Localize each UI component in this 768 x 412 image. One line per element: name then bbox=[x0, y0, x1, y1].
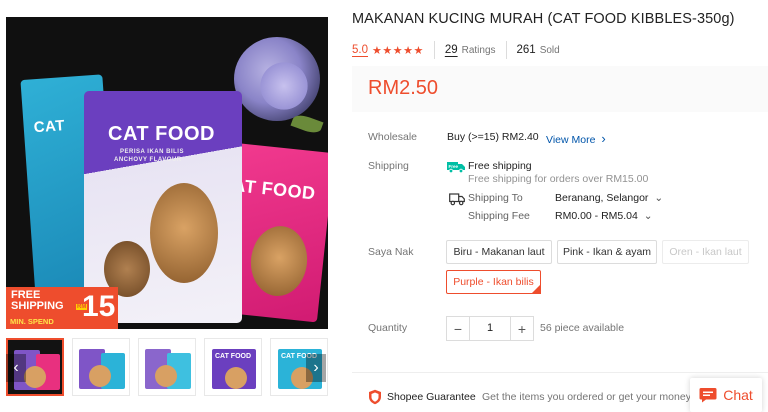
pack-purple-cat bbox=[150, 183, 218, 283]
chat-label: Chat bbox=[723, 387, 753, 403]
thumb-cat bbox=[24, 366, 46, 388]
stock-available: 56 piece available bbox=[540, 322, 625, 334]
quantity-input[interactable]: 1 bbox=[470, 316, 510, 341]
wholesale-value: Buy (>=15) RM2.40 bbox=[447, 131, 539, 143]
product-price: RM2.50 bbox=[368, 77, 439, 99]
shipping-label: Shipping bbox=[368, 160, 409, 172]
variant-option-disabled: Oren - Ikan laut bbox=[662, 240, 749, 264]
prev-image-button[interactable]: ‹ bbox=[6, 354, 26, 382]
free-shipping-badge: FREE SHIPPING MIN. SPEND RM 15 bbox=[6, 287, 118, 329]
variant-option[interactable]: Biru - Makanan laut bbox=[446, 240, 552, 264]
shipping-fee-dropdown[interactable]: RM0.00 - RM5.04 ⌄ bbox=[555, 210, 653, 222]
quantity-stepper: − 1 + bbox=[446, 316, 534, 341]
variant-option-label: Biru - Makanan laut bbox=[453, 246, 545, 258]
view-more-link[interactable]: View More › bbox=[546, 131, 606, 146]
thumb-cat bbox=[89, 365, 111, 387]
ratings-count[interactable]: 29 bbox=[445, 44, 458, 56]
ratings-label: Ratings bbox=[461, 44, 496, 56]
quantity-increase-button[interactable]: + bbox=[510, 316, 534, 341]
shipping-fee-label: Shipping Fee bbox=[468, 210, 530, 222]
chat-bubble-icon bbox=[699, 388, 717, 403]
variation-label: Saya Nak bbox=[368, 246, 414, 258]
product-title: MAKANAN KUCING MURAH (CAT FOOD KIBBLES-3… bbox=[352, 11, 735, 27]
price-box: RM2.50 bbox=[352, 66, 768, 112]
meta-divider bbox=[433, 41, 435, 59]
meta-divider bbox=[505, 41, 507, 59]
shield-icon bbox=[369, 389, 381, 405]
variant-option-selected[interactable]: Purple - Ikan bilis bbox=[446, 270, 541, 294]
chat-button[interactable]: Chat bbox=[690, 378, 762, 412]
product-page: CAT AT FOOD CAT FOOD PERISA IKAN BILIS A… bbox=[0, 0, 768, 412]
thumbnail-2[interactable] bbox=[72, 338, 130, 396]
sold-label: Sold bbox=[539, 44, 560, 56]
thumb-label: CAT FOOD bbox=[215, 353, 252, 360]
rating-value[interactable]: 5.0 bbox=[352, 44, 368, 56]
chevron-right-icon: › bbox=[601, 131, 606, 146]
shipping-fee-value: RM0.00 - RM5.04 bbox=[555, 210, 638, 222]
variant-option[interactable]: Pink - Ikan & ayam bbox=[557, 240, 657, 264]
thumbnail-3[interactable] bbox=[138, 338, 196, 396]
free-shipping-truck-icon: Free bbox=[447, 162, 465, 173]
section-divider bbox=[352, 372, 768, 373]
shipping-truck-icon bbox=[449, 193, 465, 206]
pack-purple-title: CAT FOOD bbox=[108, 123, 215, 145]
variant-option-label: Pink - Ikan & ayam bbox=[562, 246, 652, 258]
product-meta: 5.0 ★★★★★ 29 Ratings 261 Sold bbox=[352, 40, 560, 60]
free-shipping-text: Free shipping bbox=[468, 160, 532, 172]
shipping-to-dropdown[interactable]: Beranang, Selangor ⌄ bbox=[555, 192, 663, 204]
thumb-cat bbox=[155, 365, 177, 387]
wholesale-label: Wholesale bbox=[368, 131, 418, 143]
svg-text:Free: Free bbox=[449, 164, 459, 169]
pack-purple-subtitle: PERISA IKAN BILIS bbox=[120, 149, 184, 155]
main-product-image[interactable]: CAT AT FOOD CAT FOOD PERISA IKAN BILIS A… bbox=[6, 17, 328, 329]
pack-pink-title: AT FOOD bbox=[231, 174, 317, 204]
next-image-button[interactable]: › bbox=[306, 354, 326, 382]
promo-line2: SHIPPING bbox=[11, 300, 64, 312]
pack-blue-title: CAT bbox=[33, 117, 66, 137]
thumb-cat bbox=[225, 367, 247, 389]
shipping-to-label: Shipping To bbox=[468, 192, 523, 204]
shipping-to-value: Beranang, Selangor bbox=[555, 192, 649, 204]
thumbnail-4[interactable]: CAT FOOD bbox=[204, 338, 262, 396]
promo-min-spend: MIN. SPEND bbox=[10, 317, 54, 326]
variant-option-label: Purple - Ikan bilis bbox=[453, 276, 534, 288]
quantity-decrease-button[interactable]: − bbox=[446, 316, 470, 341]
sold-count: 261 bbox=[516, 44, 536, 56]
rating-stars-icon: ★★★★★ bbox=[372, 44, 424, 57]
guarantee-title[interactable]: Shopee Guarantee bbox=[387, 391, 476, 403]
chevron-down-icon: ⌄ bbox=[654, 192, 664, 204]
selected-tick-icon bbox=[531, 284, 541, 294]
free-shipping-note: Free shipping for orders over RM15.00 bbox=[468, 173, 649, 185]
promo-amount: 15 bbox=[82, 290, 116, 323]
pack-purple-subtitle2: ANCHOVY FLAVOUR bbox=[114, 157, 182, 163]
leaf-decoration bbox=[290, 112, 324, 136]
quantity-label: Quantity bbox=[368, 322, 408, 334]
flower-decoration-inner bbox=[254, 61, 314, 111]
chevron-down-icon: ⌄ bbox=[643, 210, 653, 222]
pack-pink-cat bbox=[247, 223, 311, 299]
promo-text: FREE SHIPPING bbox=[11, 290, 64, 312]
thumbnail-strip: CAT FOOD CAT FOOD ‹ › bbox=[6, 338, 328, 398]
guarantee-text: Get the items you ordered or get your mo… bbox=[482, 391, 692, 403]
view-more-label: View More bbox=[546, 134, 596, 146]
variant-option-label: Oren - Ikan laut bbox=[669, 246, 742, 258]
